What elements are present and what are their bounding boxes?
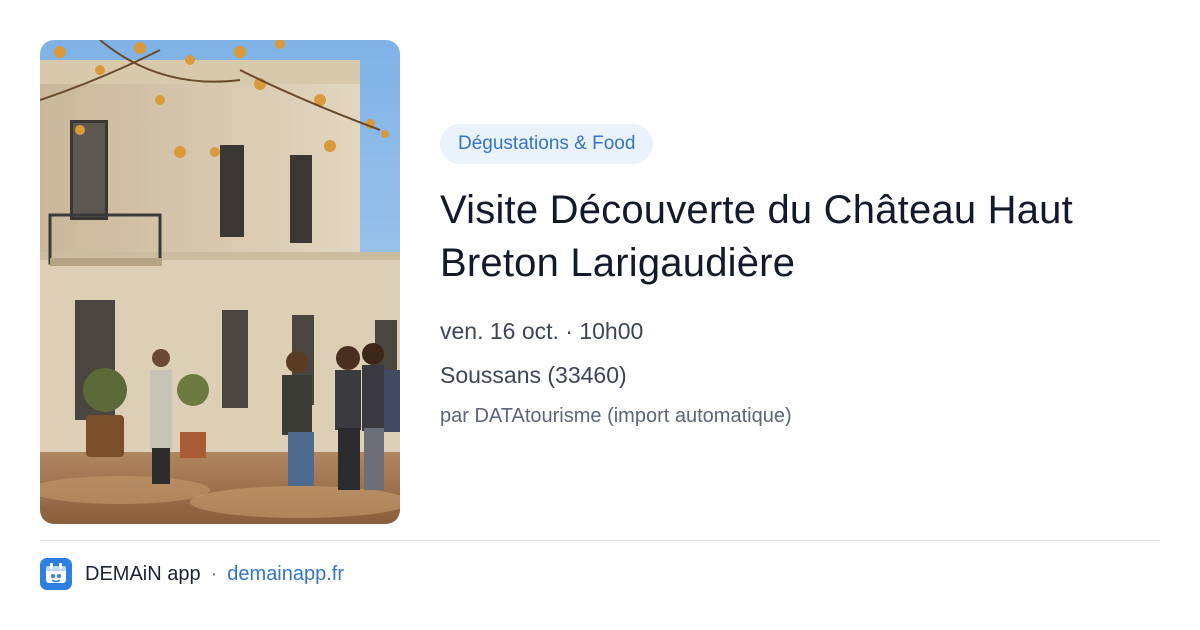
category-badge[interactable]: Dégustations & Food	[440, 124, 654, 164]
chateau-photo	[40, 40, 400, 524]
event-date: ven. 16 oct. · 10h00	[440, 318, 644, 344]
event-details: Dégustations & Food Visite Découverte du…	[440, 124, 1160, 430]
app-name: DEMAiN app	[85, 562, 201, 585]
footer-divider	[40, 540, 1160, 541]
event-source: par DATAtourisme (import automatique)	[440, 405, 792, 427]
event-location: Soussans (33460)	[440, 362, 627, 388]
event-title[interactable]: Visite Découverte du Château Haut Breton…	[440, 184, 1160, 290]
demain-app-logo-icon[interactable]	[40, 558, 72, 590]
app-website-link[interactable]: demainapp.fr	[227, 563, 344, 586]
event-photo[interactable]	[40, 40, 400, 524]
footer: DEMAiN app · demainapp.fr	[40, 558, 344, 590]
footer-separator: ·	[210, 562, 218, 585]
